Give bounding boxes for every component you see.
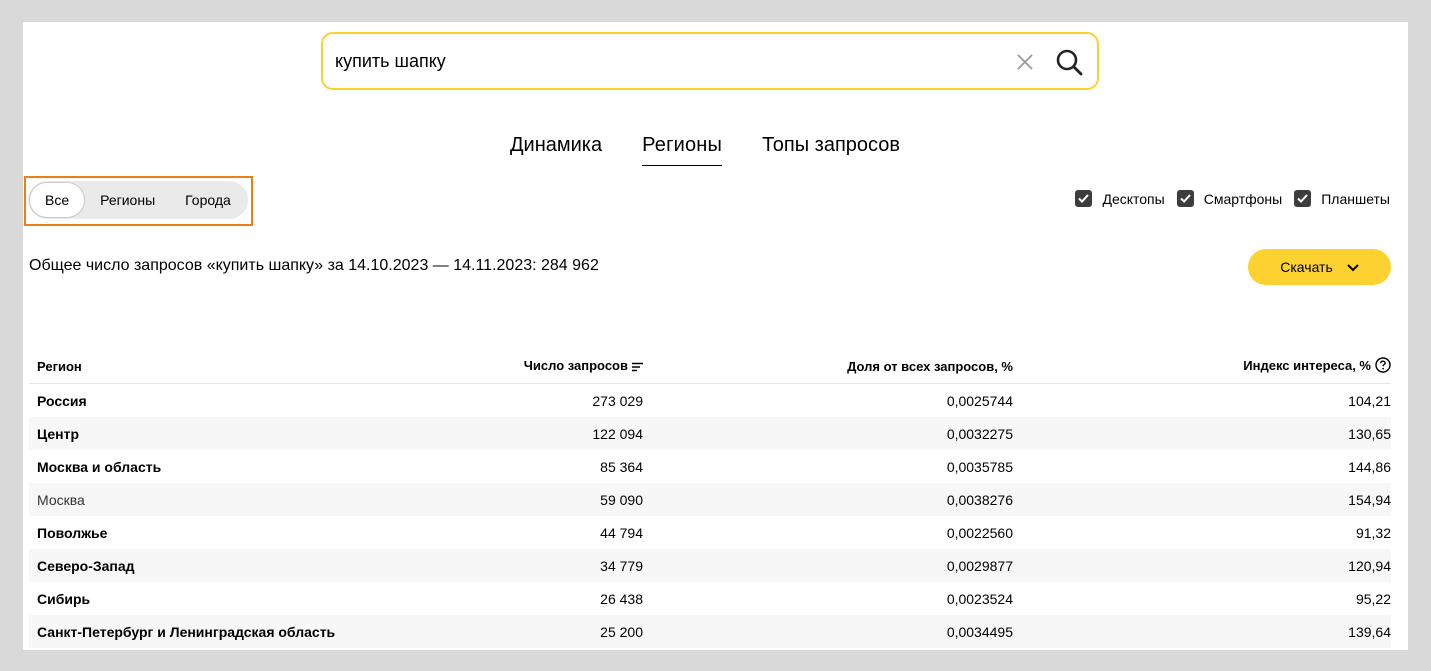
search-icon[interactable] bbox=[1053, 46, 1085, 78]
cell-region: Северо-Запад bbox=[37, 557, 135, 574]
tab-dynamics[interactable]: Динамика bbox=[510, 132, 602, 166]
segment-cities[interactable]: Города bbox=[170, 182, 246, 218]
view-tabs: Динамика Регионы Топы запросов bbox=[510, 132, 900, 166]
header-index-label: Индекс интереса, % bbox=[1243, 357, 1371, 373]
table-header: Регион Число запросов Доля от всех запро… bbox=[29, 350, 1391, 384]
checkbox-checked-icon[interactable] bbox=[1176, 190, 1194, 207]
summary-text: Общее число запросов «купить шапку» за 1… bbox=[29, 257, 599, 274]
cell-count: 122 094 bbox=[592, 425, 643, 442]
table-row[interactable]: Центр 122 094 0,0032275 130,65 bbox=[29, 417, 1391, 450]
table-row[interactable]: Поволжье 44 794 0,0022560 91,32 bbox=[29, 516, 1391, 549]
device-smartphone-label: Смартфоны bbox=[1203, 190, 1283, 207]
header-region[interactable]: Регион bbox=[29, 359, 449, 374]
device-filters: Десктопы Смартфоны Планшеты bbox=[1075, 190, 1390, 207]
table-row[interactable]: Санкт-Петербург и Ленинградская область 2… bbox=[29, 615, 1391, 648]
cell-count: 34 779 bbox=[600, 557, 643, 574]
cell-count: 26 438 bbox=[600, 590, 643, 607]
cell-index: 95,22 bbox=[1355, 590, 1391, 607]
device-desktop[interactable]: Десктопы bbox=[1075, 190, 1165, 207]
table-row[interactable]: Северо-Запад 34 779 0,0029877 120,94 bbox=[29, 549, 1391, 582]
checkbox-checked-icon[interactable] bbox=[1075, 190, 1093, 207]
device-smartphone[interactable]: Смартфоны bbox=[1176, 190, 1283, 207]
cell-count: 59 090 bbox=[600, 491, 643, 508]
cell-share: 0,0025744 bbox=[946, 392, 1013, 409]
download-button[interactable]: Скачать bbox=[1248, 249, 1391, 285]
cell-region: Москва и область bbox=[37, 458, 162, 475]
header-index[interactable]: Индекс интереса, % bbox=[1013, 357, 1391, 376]
table-row[interactable]: Москва и область 85 364 0,0035785 144,86 bbox=[29, 450, 1391, 483]
tab-top-queries[interactable]: Топы запросов bbox=[762, 132, 900, 166]
search-box bbox=[321, 32, 1099, 90]
cell-region: Москва bbox=[37, 491, 85, 508]
segment-all[interactable]: Все bbox=[29, 182, 86, 218]
cell-region: Сибирь bbox=[37, 590, 91, 607]
header-share[interactable]: Доля от всех запросов, % bbox=[643, 359, 1013, 374]
cell-count: 44 794 bbox=[600, 524, 643, 541]
header-count[interactable]: Число запросов bbox=[449, 358, 643, 374]
cell-region: Поволжье bbox=[37, 524, 108, 541]
cell-index: 139,64 bbox=[1348, 623, 1391, 640]
table-row[interactable]: Москва 59 090 0,0038276 154,94 bbox=[29, 483, 1391, 516]
device-desktop-label: Десктопы bbox=[1102, 190, 1165, 207]
cell-region: Санкт-Петербург и Ленинградская область bbox=[37, 623, 336, 640]
segment-regions[interactable]: Регионы bbox=[85, 182, 170, 218]
cell-region: Центр bbox=[37, 425, 80, 442]
cell-count: 85 364 bbox=[600, 458, 643, 475]
cell-share: 0,0034495 bbox=[946, 623, 1013, 640]
cell-region: Россия bbox=[37, 392, 87, 409]
cell-share: 0,0022560 bbox=[946, 524, 1013, 541]
cell-count: 25 200 bbox=[600, 623, 643, 640]
main-card: Динамика Регионы Топы запросов Все Регио… bbox=[23, 22, 1408, 650]
cell-index: 104,21 bbox=[1348, 392, 1391, 409]
table-row[interactable]: Сибирь 26 438 0,0023524 95,22 bbox=[29, 582, 1391, 615]
cell-index: 144,86 bbox=[1348, 458, 1391, 475]
chevron-down-icon bbox=[1347, 259, 1359, 275]
device-tablet-label: Планшеты bbox=[1321, 190, 1390, 207]
region-type-switch: Все Регионы Города bbox=[28, 181, 248, 219]
cell-share: 0,0038276 bbox=[946, 491, 1013, 508]
table-row[interactable]: Россия 273 029 0,0025744 104,21 bbox=[29, 384, 1391, 417]
cell-share: 0,0023524 bbox=[946, 590, 1013, 607]
cell-index: 120,94 bbox=[1348, 557, 1391, 574]
search-input[interactable] bbox=[335, 46, 995, 76]
cell-share: 0,0035785 bbox=[946, 458, 1013, 475]
regions-table: Регион Число запросов Доля от всех запро… bbox=[29, 350, 1391, 648]
header-count-label: Число запросов bbox=[523, 358, 628, 374]
cell-share: 0,0032275 bbox=[946, 425, 1013, 442]
cell-count: 273 029 bbox=[592, 392, 643, 409]
tab-regions[interactable]: Регионы bbox=[642, 132, 723, 166]
help-icon[interactable] bbox=[1375, 357, 1391, 376]
sort-icon[interactable] bbox=[632, 360, 643, 375]
download-label: Скачать bbox=[1280, 259, 1333, 275]
cell-index: 130,65 bbox=[1348, 425, 1391, 442]
cell-index: 154,94 bbox=[1348, 491, 1391, 508]
checkbox-checked-icon[interactable] bbox=[1294, 190, 1312, 207]
device-tablet[interactable]: Планшеты bbox=[1294, 190, 1390, 207]
table-body: Россия 273 029 0,0025744 104,21 Центр 122 094… bbox=[29, 384, 1391, 648]
cell-share: 0,0029877 bbox=[946, 557, 1013, 574]
cell-index: 91,32 bbox=[1355, 524, 1391, 541]
close-icon[interactable] bbox=[1013, 50, 1037, 74]
